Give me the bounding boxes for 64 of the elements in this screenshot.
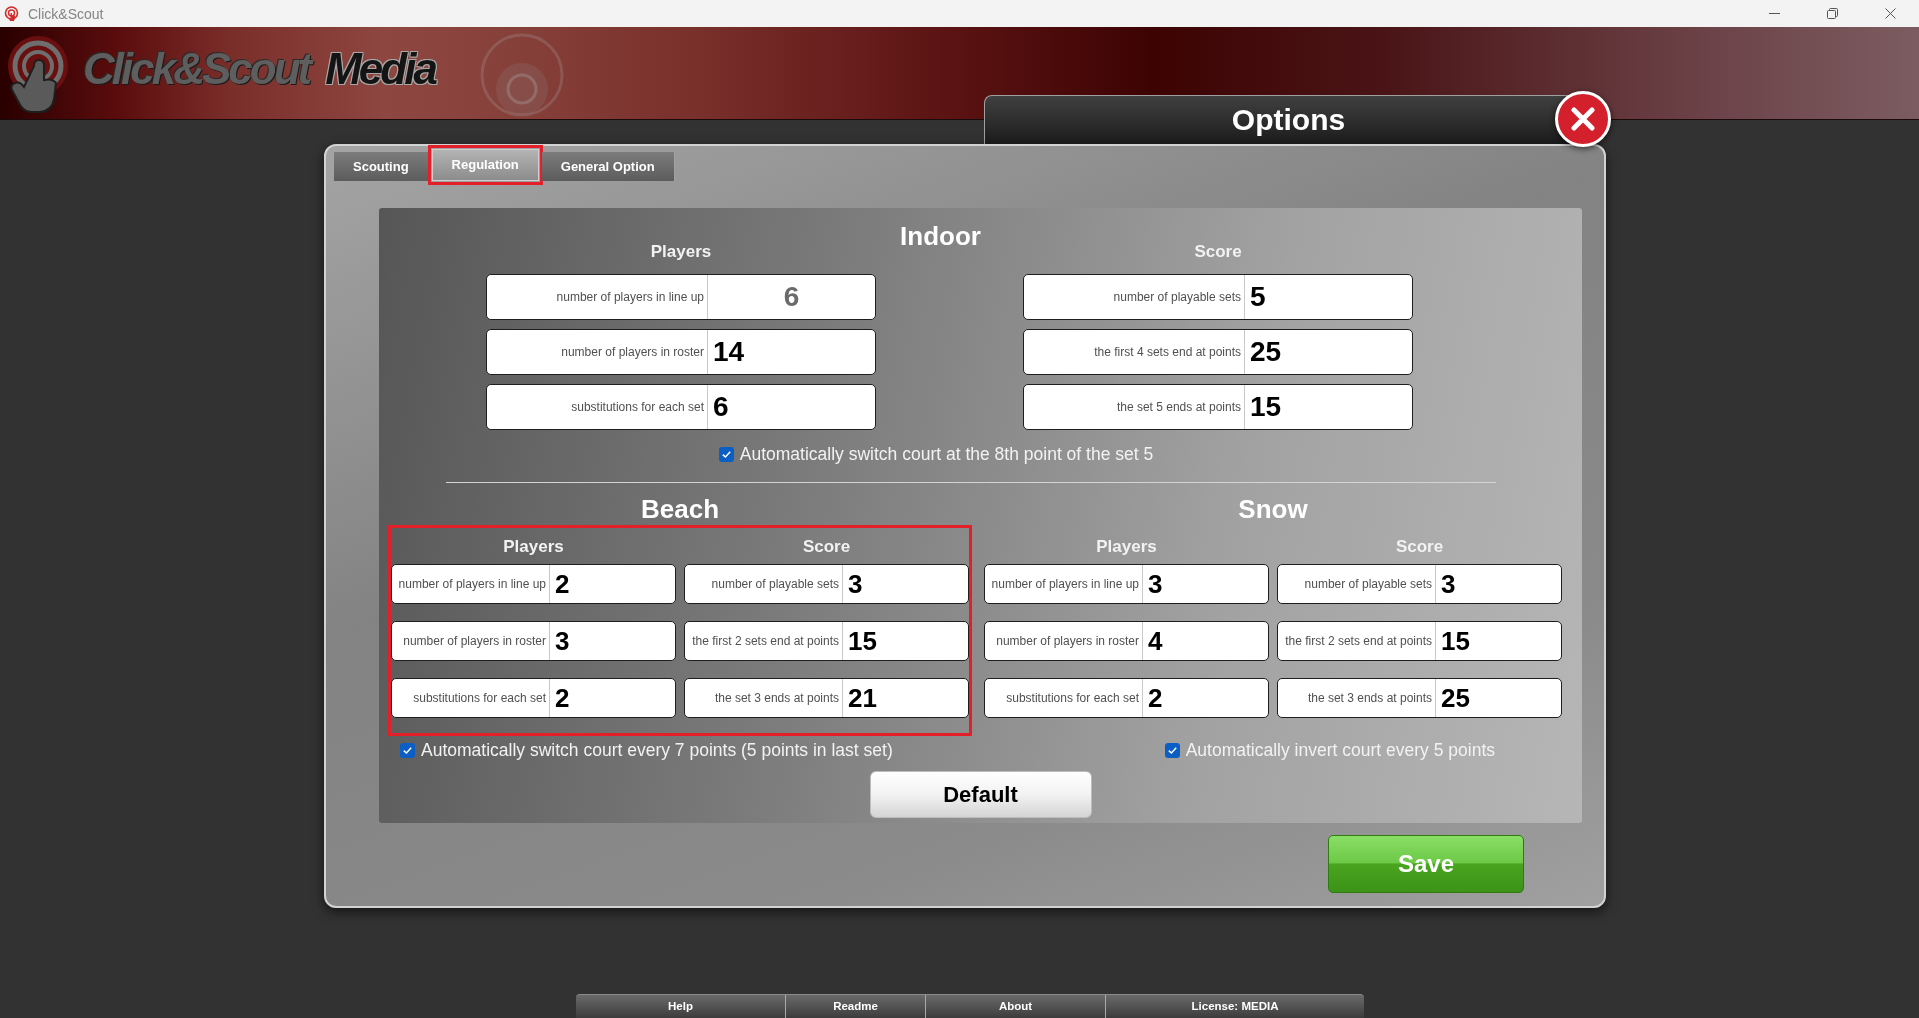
field-label: the set 3 ends at points <box>714 691 839 705</box>
tab[interactable]: Scouting <box>334 152 429 181</box>
field-label: the set 5 ends at points <box>1116 400 1241 414</box>
column-header: Score <box>802 536 851 558</box>
number-field[interactable]: 5 <box>1244 275 1412 319</box>
close-icon[interactable] <box>1884 8 1896 19</box>
section-title: Snow <box>1238 495 1308 523</box>
footer-button[interactable]: Help <box>576 995 785 1018</box>
number-field[interactable]: 2 <box>549 565 675 603</box>
number-field[interactable]: 14 <box>707 330 875 374</box>
field-label: the first 2 sets end at points <box>692 634 839 648</box>
column-header: Score <box>1395 536 1444 558</box>
number-field[interactable]: 15 <box>1244 385 1412 429</box>
field-label: number of playable sets <box>1304 577 1432 591</box>
field-label: number of playable sets <box>711 577 839 591</box>
tab[interactable]: General Option <box>541 152 675 181</box>
number-field[interactable]: 3 <box>549 622 675 660</box>
field-label: number of players in roster <box>403 634 546 648</box>
section-title: Beach <box>640 495 719 523</box>
restore-icon[interactable] <box>1826 8 1838 19</box>
window-title: Click&Scout <box>28 4 104 23</box>
close-icon <box>1571 107 1595 131</box>
number-field[interactable]: 6 <box>707 385 875 429</box>
number-field[interactable]: 3 <box>1142 565 1268 603</box>
field-label: number of players in line up <box>991 577 1139 591</box>
default-button[interactable]: Default <box>869 771 1092 818</box>
number-field[interactable]: 15 <box>842 622 968 660</box>
number-field[interactable]: 3 <box>842 565 968 603</box>
number-field[interactable]: 3 <box>1435 565 1561 603</box>
minimize-icon[interactable] <box>1768 13 1780 14</box>
checkbox-label[interactable]: Automatically switch court every 7 points (5 points in last set) <box>421 739 893 761</box>
field-label: substitutions for each set <box>413 691 546 705</box>
number-field[interactable]: 15 <box>1435 622 1561 660</box>
checkbox[interactable] <box>1164 742 1180 758</box>
section-title: Indoor <box>900 220 981 252</box>
footer-button[interactable]: Readme <box>785 995 925 1018</box>
number-field[interactable]: 25 <box>1244 330 1412 374</box>
number-field[interactable]: 21 <box>842 679 968 717</box>
number-field[interactable]: 2 <box>549 679 675 717</box>
field-label: the first 4 sets end at points <box>1094 345 1241 359</box>
app-logo-icon <box>4 5 19 22</box>
field-label: number of players in roster <box>996 634 1139 648</box>
footer-button[interactable]: License: MEDIA <box>1105 995 1364 1018</box>
number-field[interactable]: 2 <box>1142 679 1268 717</box>
product-name: Media <box>325 44 435 94</box>
field-label: number of players in line up <box>398 577 546 591</box>
footer-button[interactable]: About <box>925 995 1105 1018</box>
column-header: Players <box>503 536 564 558</box>
column-header: Score <box>1194 241 1242 263</box>
field-label: substitutions for each set <box>571 400 704 414</box>
number-field[interactable]: 25 <box>1435 679 1561 717</box>
field-label: substitutions for each set <box>1006 691 1139 705</box>
column-header: Players <box>650 241 712 263</box>
field-label: number of players in roster <box>561 345 704 359</box>
dialog-title: Options <box>1230 102 1346 138</box>
field-label: number of players in line up <box>556 290 704 304</box>
column-header: Players <box>1096 536 1157 558</box>
checkbox[interactable] <box>400 742 415 758</box>
field-label: number of playable sets <box>1113 290 1241 304</box>
checkbox[interactable] <box>718 446 734 462</box>
brand-name: Click&Scout <box>83 44 310 94</box>
field-label: the first 2 sets end at points <box>1285 634 1432 648</box>
number-field[interactable]: 4 <box>1142 622 1268 660</box>
field-label: the set 3 ends at points <box>1307 691 1432 705</box>
